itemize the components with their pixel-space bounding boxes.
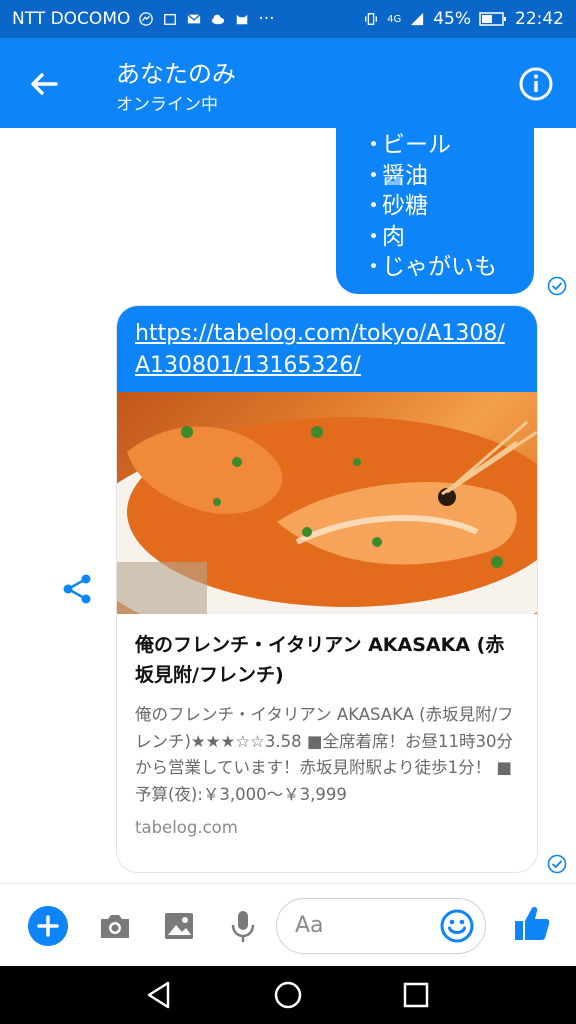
- list-item: ・砂糖: [362, 193, 428, 219]
- link-preview-card[interactable]: https://tabelog.com/tokyo/A1308/A130801/…: [116, 305, 538, 873]
- camera-icon[interactable]: [97, 908, 133, 944]
- shrimp-dish-photo: [117, 417, 537, 614]
- status-bar: NTT DOCOMO ··· 4G 45% 22:42: [0, 0, 576, 38]
- link-url[interactable]: https://tabelog.com/tokyo/A1308/A130801/…: [117, 306, 537, 392]
- cloud-icon: [212, 14, 225, 25]
- list-item: ・ビール: [362, 132, 451, 158]
- battery-icon: [479, 12, 506, 26]
- signal-icon: [411, 12, 424, 26]
- chat-header: あなたのみ オンライン中: [0, 38, 576, 128]
- delivered-check-icon: [547, 854, 567, 874]
- mail-icon: [187, 14, 201, 24]
- carrier-label: NTT DOCOMO: [12, 9, 131, 29]
- nav-home-icon[interactable]: [273, 980, 303, 1010]
- delivered-check-icon: [547, 276, 567, 296]
- presence-status: オンライン中: [116, 95, 218, 115]
- cat-app-icon: [237, 14, 248, 25]
- info-icon[interactable]: [518, 66, 554, 102]
- contact-name[interactable]: あなたのみ: [116, 54, 236, 89]
- link-domain: tabelog.com: [135, 818, 238, 837]
- message-composer: Aa: [0, 883, 576, 966]
- vibrate-icon: [365, 13, 377, 25]
- app-notification-icon: [164, 13, 177, 25]
- nav-back-icon[interactable]: [144, 980, 174, 1010]
- preview-image[interactable]: [117, 392, 537, 614]
- list-item: ・じゃがいも: [362, 254, 497, 280]
- more-notifications-icon: ···: [258, 9, 275, 29]
- share-icon[interactable]: [60, 572, 94, 606]
- clock: 22:42: [515, 9, 564, 29]
- nav-recents-icon[interactable]: [402, 981, 430, 1009]
- plus-icon[interactable]: [28, 906, 68, 946]
- message-input[interactable]: Aa: [276, 898, 486, 954]
- link-title[interactable]: 俺のフレンチ・イタリアン AKASAKA (赤坂見附/フレンチ): [135, 630, 519, 690]
- message-list[interactable]: ・ビール ・醤油 ・砂糖 ・肉 ・じゃがいも https://tabelog.c…: [0, 128, 576, 883]
- battery-percent: 45%: [433, 9, 471, 29]
- list-item: ・肉: [362, 223, 405, 250]
- back-arrow-icon[interactable]: [26, 66, 62, 102]
- list-item: ・醤油: [362, 162, 428, 189]
- sent-message-bubble[interactable]: ・ビール ・醤油 ・砂糖 ・肉 ・じゃがいも: [336, 128, 534, 294]
- microphone-icon[interactable]: [225, 908, 261, 944]
- emoji-icon[interactable]: [439, 908, 475, 944]
- gallery-icon[interactable]: [161, 908, 197, 944]
- messenger-notification-icon: [139, 12, 154, 26]
- network-type-label: 4G: [387, 13, 402, 25]
- link-description: 俺のフレンチ・イタリアン AKASAKA (赤坂見附/フレンチ)★★★☆☆3.5…: [135, 705, 514, 804]
- system-navigation-bar: [0, 966, 576, 1024]
- like-thumbs-up-icon[interactable]: [512, 904, 552, 944]
- message-input-placeholder: Aa: [295, 913, 324, 938]
